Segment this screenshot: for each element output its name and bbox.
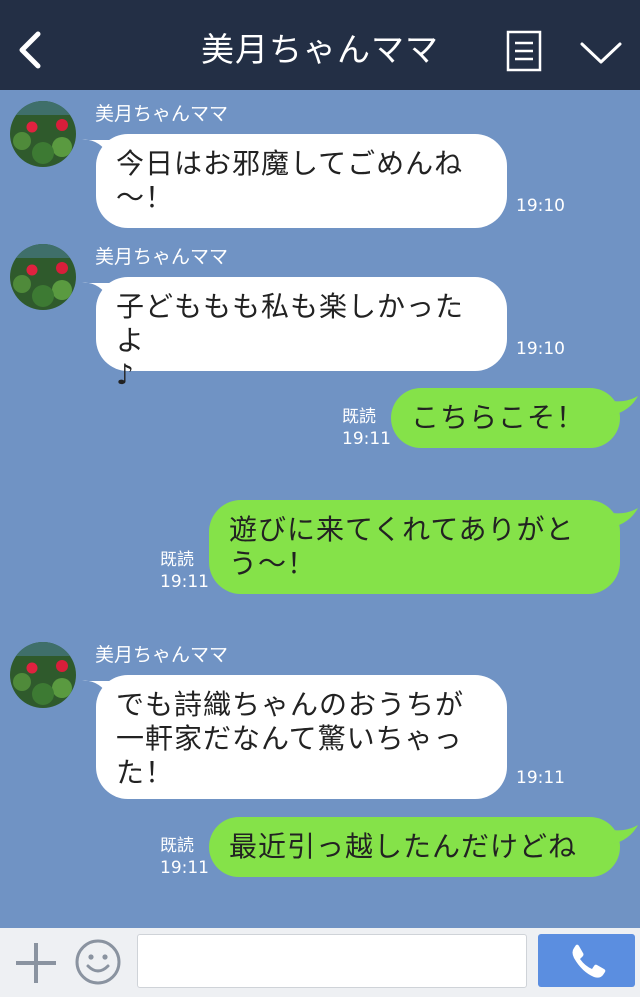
chat-header: 美月ちゃんママ	[0, 0, 640, 90]
smiley-icon[interactable]	[74, 938, 122, 986]
message-bubble-outgoing[interactable]: こちらこそ！	[391, 388, 620, 448]
bubble-tail	[606, 825, 638, 845]
message-bubble-outgoing[interactable]: 最近引っ越したんだけどね	[209, 817, 620, 877]
avatar[interactable]	[10, 642, 76, 708]
read-status: 既読	[342, 407, 376, 427]
message-time: 19:11	[160, 858, 209, 878]
message-input[interactable]	[137, 934, 527, 988]
message-time: 19:11	[516, 768, 565, 788]
message-time: 19:10	[516, 196, 565, 216]
message-time: 19:11	[160, 572, 209, 592]
sender-name: 美月ちゃんママ	[95, 103, 229, 125]
avatar[interactable]	[10, 101, 76, 167]
avatar[interactable]	[10, 244, 76, 310]
read-status: 既読	[160, 836, 194, 856]
message-bubble-outgoing[interactable]: 遊びに来てくれてありがと う〜！	[209, 500, 620, 594]
sender-name: 美月ちゃんママ	[95, 246, 229, 268]
chat-title: 美月ちゃんママ	[201, 30, 439, 69]
call-button[interactable]	[538, 934, 635, 987]
chevron-down-icon[interactable]	[578, 36, 624, 68]
message-time: 19:11	[342, 429, 391, 449]
sender-name: 美月ちゃんママ	[95, 644, 229, 666]
plus-icon[interactable]	[14, 941, 58, 985]
bubble-tail	[606, 508, 638, 528]
read-status: 既読	[160, 550, 194, 570]
message-bubble-incoming[interactable]: 子どももも私も楽しかったよ ♪	[96, 277, 507, 391]
phone-icon	[572, 944, 606, 978]
message-time: 19:10	[516, 339, 565, 359]
menu-icon[interactable]	[506, 30, 542, 72]
message-bubble-incoming[interactable]: 今日はお邪魔してごめんね 〜！	[96, 134, 507, 228]
chevron-left-icon[interactable]	[10, 28, 50, 72]
message-bubble-incoming[interactable]: でも詩織ちゃんのおうちが 一軒家だなんて驚いちゃっ た！	[96, 675, 507, 799]
bubble-tail	[606, 396, 638, 416]
